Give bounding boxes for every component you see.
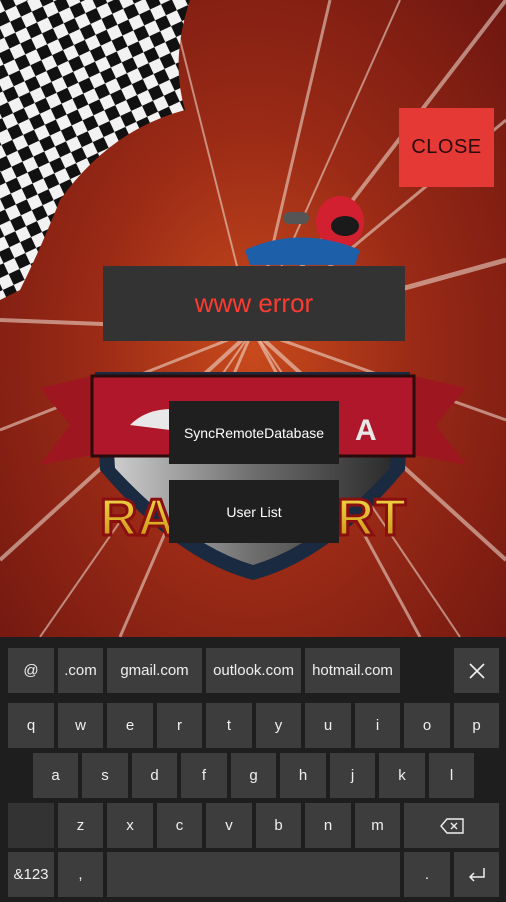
- key-period[interactable]: .: [404, 852, 450, 897]
- key-u[interactable]: u: [305, 703, 351, 748]
- key-h[interactable]: h: [280, 753, 326, 798]
- checkered-flag: [0, 0, 190, 300]
- close-icon: [468, 662, 485, 679]
- key-shift[interactable]: [8, 803, 54, 848]
- key-c[interactable]: c: [157, 803, 202, 848]
- key-comma[interactable]: ,: [58, 852, 103, 897]
- key-w[interactable]: w: [58, 703, 103, 748]
- key-n[interactable]: n: [305, 803, 351, 848]
- key-e[interactable]: e: [107, 703, 153, 748]
- key-x[interactable]: x: [107, 803, 153, 848]
- key-a[interactable]: a: [33, 753, 78, 798]
- key-r[interactable]: r: [157, 703, 202, 748]
- key-m[interactable]: m: [355, 803, 400, 848]
- key-gmail[interactable]: gmail.com: [107, 648, 202, 693]
- error-text: www error: [194, 288, 314, 318]
- key-l[interactable]: l: [429, 753, 474, 798]
- key-v[interactable]: v: [206, 803, 252, 848]
- user-list-button[interactable]: User List: [169, 480, 339, 543]
- key-b[interactable]: b: [256, 803, 301, 848]
- key-symbols[interactable]: &123: [8, 852, 54, 897]
- key-space[interactable]: [107, 852, 400, 897]
- key-s[interactable]: s: [82, 753, 128, 798]
- key-o[interactable]: o: [404, 703, 450, 748]
- close-button[interactable]: CLOSE: [399, 108, 494, 187]
- key-f[interactable]: f: [181, 753, 227, 798]
- on-screen-keyboard: @ .com gmail.com outlook.com hotmail.com…: [0, 637, 506, 902]
- key-d[interactable]: d: [132, 753, 177, 798]
- key-g[interactable]: g: [231, 753, 276, 798]
- brand-fragment: A: [355, 414, 377, 447]
- key-dot-com[interactable]: .com: [58, 648, 103, 693]
- key-y[interactable]: y: [256, 703, 301, 748]
- key-k[interactable]: k: [379, 753, 425, 798]
- enter-icon: [468, 867, 485, 882]
- error-message-box: www error: [103, 266, 405, 341]
- sync-remote-database-button[interactable]: SyncRemoteDatabase: [169, 401, 339, 464]
- key-dismiss[interactable]: [454, 648, 499, 693]
- key-z[interactable]: z: [58, 803, 103, 848]
- key-i[interactable]: i: [355, 703, 400, 748]
- key-hotmail[interactable]: hotmail.com: [305, 648, 400, 693]
- backspace-icon: [439, 817, 464, 834]
- key-t[interactable]: t: [206, 703, 252, 748]
- key-p[interactable]: p: [454, 703, 499, 748]
- key-q[interactable]: q: [8, 703, 54, 748]
- rider-illustration: [245, 196, 364, 265]
- key-backspace[interactable]: [404, 803, 499, 848]
- key-enter[interactable]: [454, 852, 499, 897]
- key-j[interactable]: j: [330, 753, 375, 798]
- key-outlook[interactable]: outlook.com: [206, 648, 301, 693]
- key-at[interactable]: @: [8, 648, 54, 693]
